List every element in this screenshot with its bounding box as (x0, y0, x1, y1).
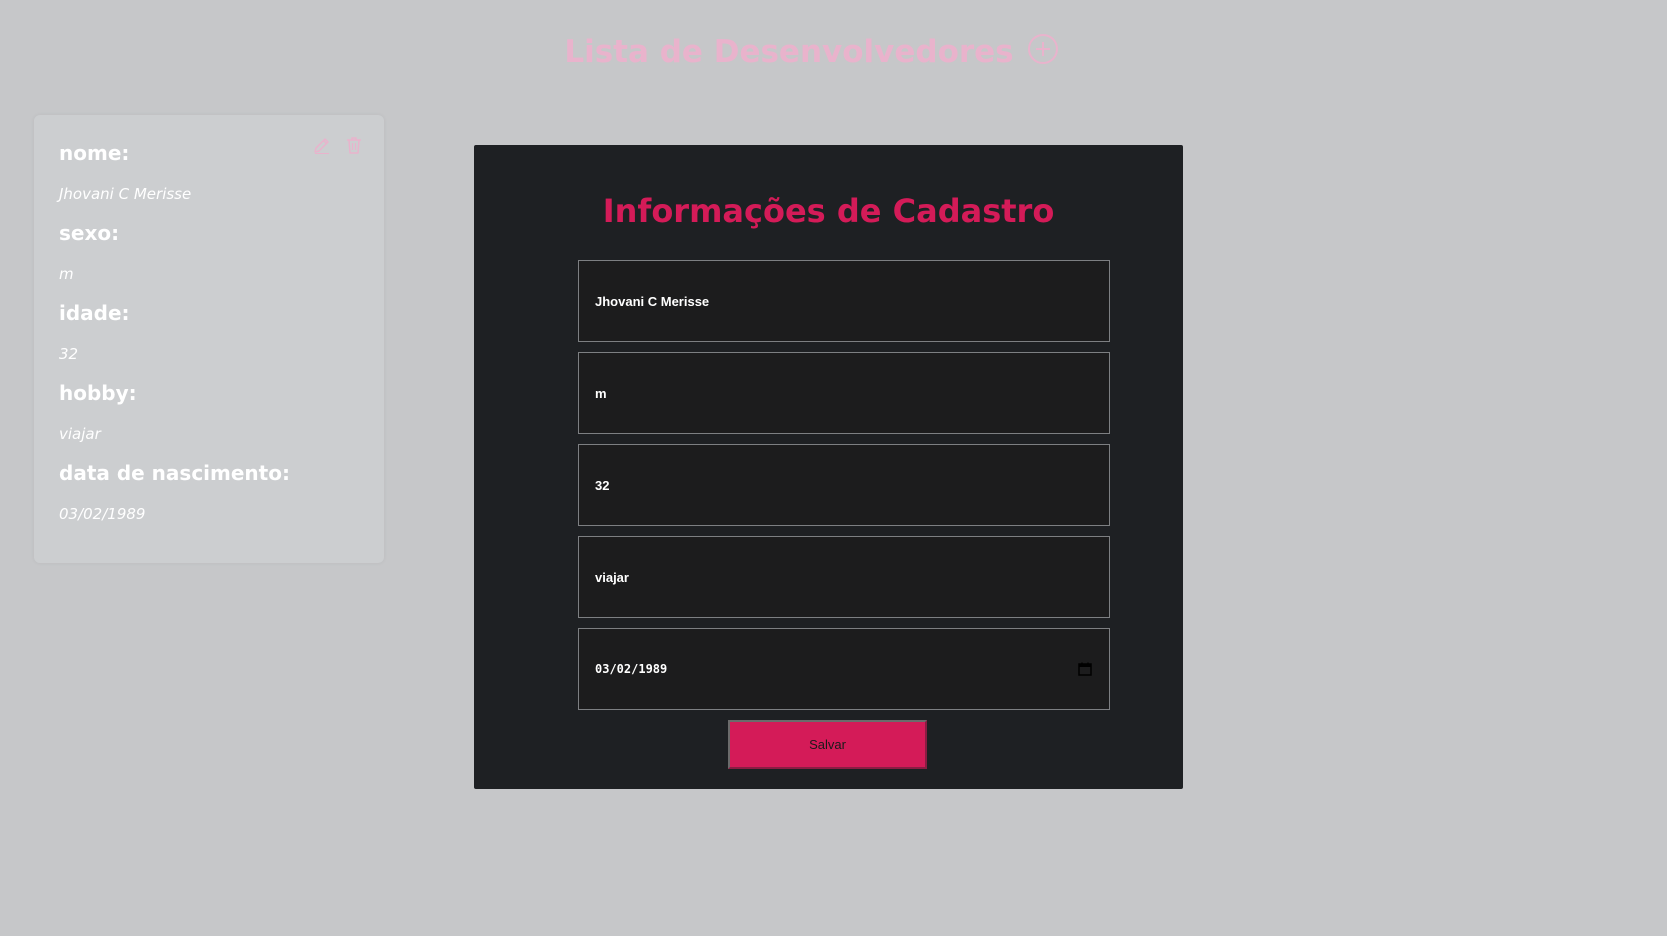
nome-label: nome: (59, 141, 130, 165)
sexo-label: sexo: (59, 221, 120, 245)
idade-label: idade: (59, 301, 130, 325)
pencil-icon[interactable] (312, 135, 332, 155)
nome-value: Jhovani C Merisse (59, 185, 192, 203)
data-nascimento-value: 03/02/1989 (59, 505, 146, 523)
nome-input[interactable] (578, 260, 1110, 342)
page-title: Lista de Desenvolvedores (564, 34, 1014, 70)
idade-value: 32 (59, 345, 79, 363)
hobby-input[interactable] (578, 536, 1110, 618)
form-title: Informações de Cadastro (602, 192, 1055, 230)
date-value: 03/02/1989 (595, 662, 668, 676)
calendar-icon[interactable] (1077, 661, 1093, 677)
idade-input[interactable] (578, 444, 1110, 526)
sexo-value: m (59, 265, 74, 283)
sexo-input[interactable] (578, 352, 1110, 434)
developer-card: nome: Jhovani C Merisse sexo: m idade: 3… (34, 115, 384, 563)
save-button[interactable]: Salvar (728, 720, 927, 769)
card-actions (312, 135, 364, 155)
registration-form-modal: Informações de Cadastro 03/02/1989 Salva… (474, 145, 1183, 789)
data-nascimento-input[interactable]: 03/02/1989 (578, 628, 1110, 710)
hobby-label: hobby: (59, 381, 137, 405)
trash-icon[interactable] (344, 135, 364, 155)
plus-circle-icon[interactable] (1027, 33, 1059, 65)
data-nascimento-label: data de nascimento: (59, 461, 290, 485)
hobby-value: viajar (59, 425, 101, 443)
